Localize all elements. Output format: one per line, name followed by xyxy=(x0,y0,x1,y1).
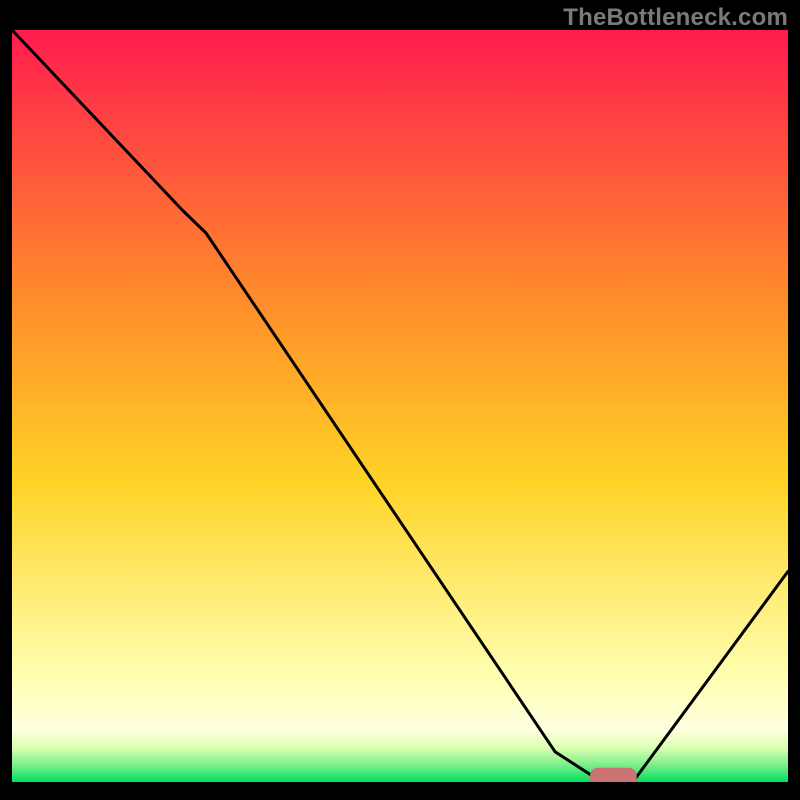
optimal-range-marker xyxy=(590,768,637,782)
chart-background xyxy=(12,30,788,782)
bottleneck-chart xyxy=(12,30,788,782)
chart-frame xyxy=(12,30,788,782)
watermark-text: TheBottleneck.com xyxy=(563,4,788,32)
